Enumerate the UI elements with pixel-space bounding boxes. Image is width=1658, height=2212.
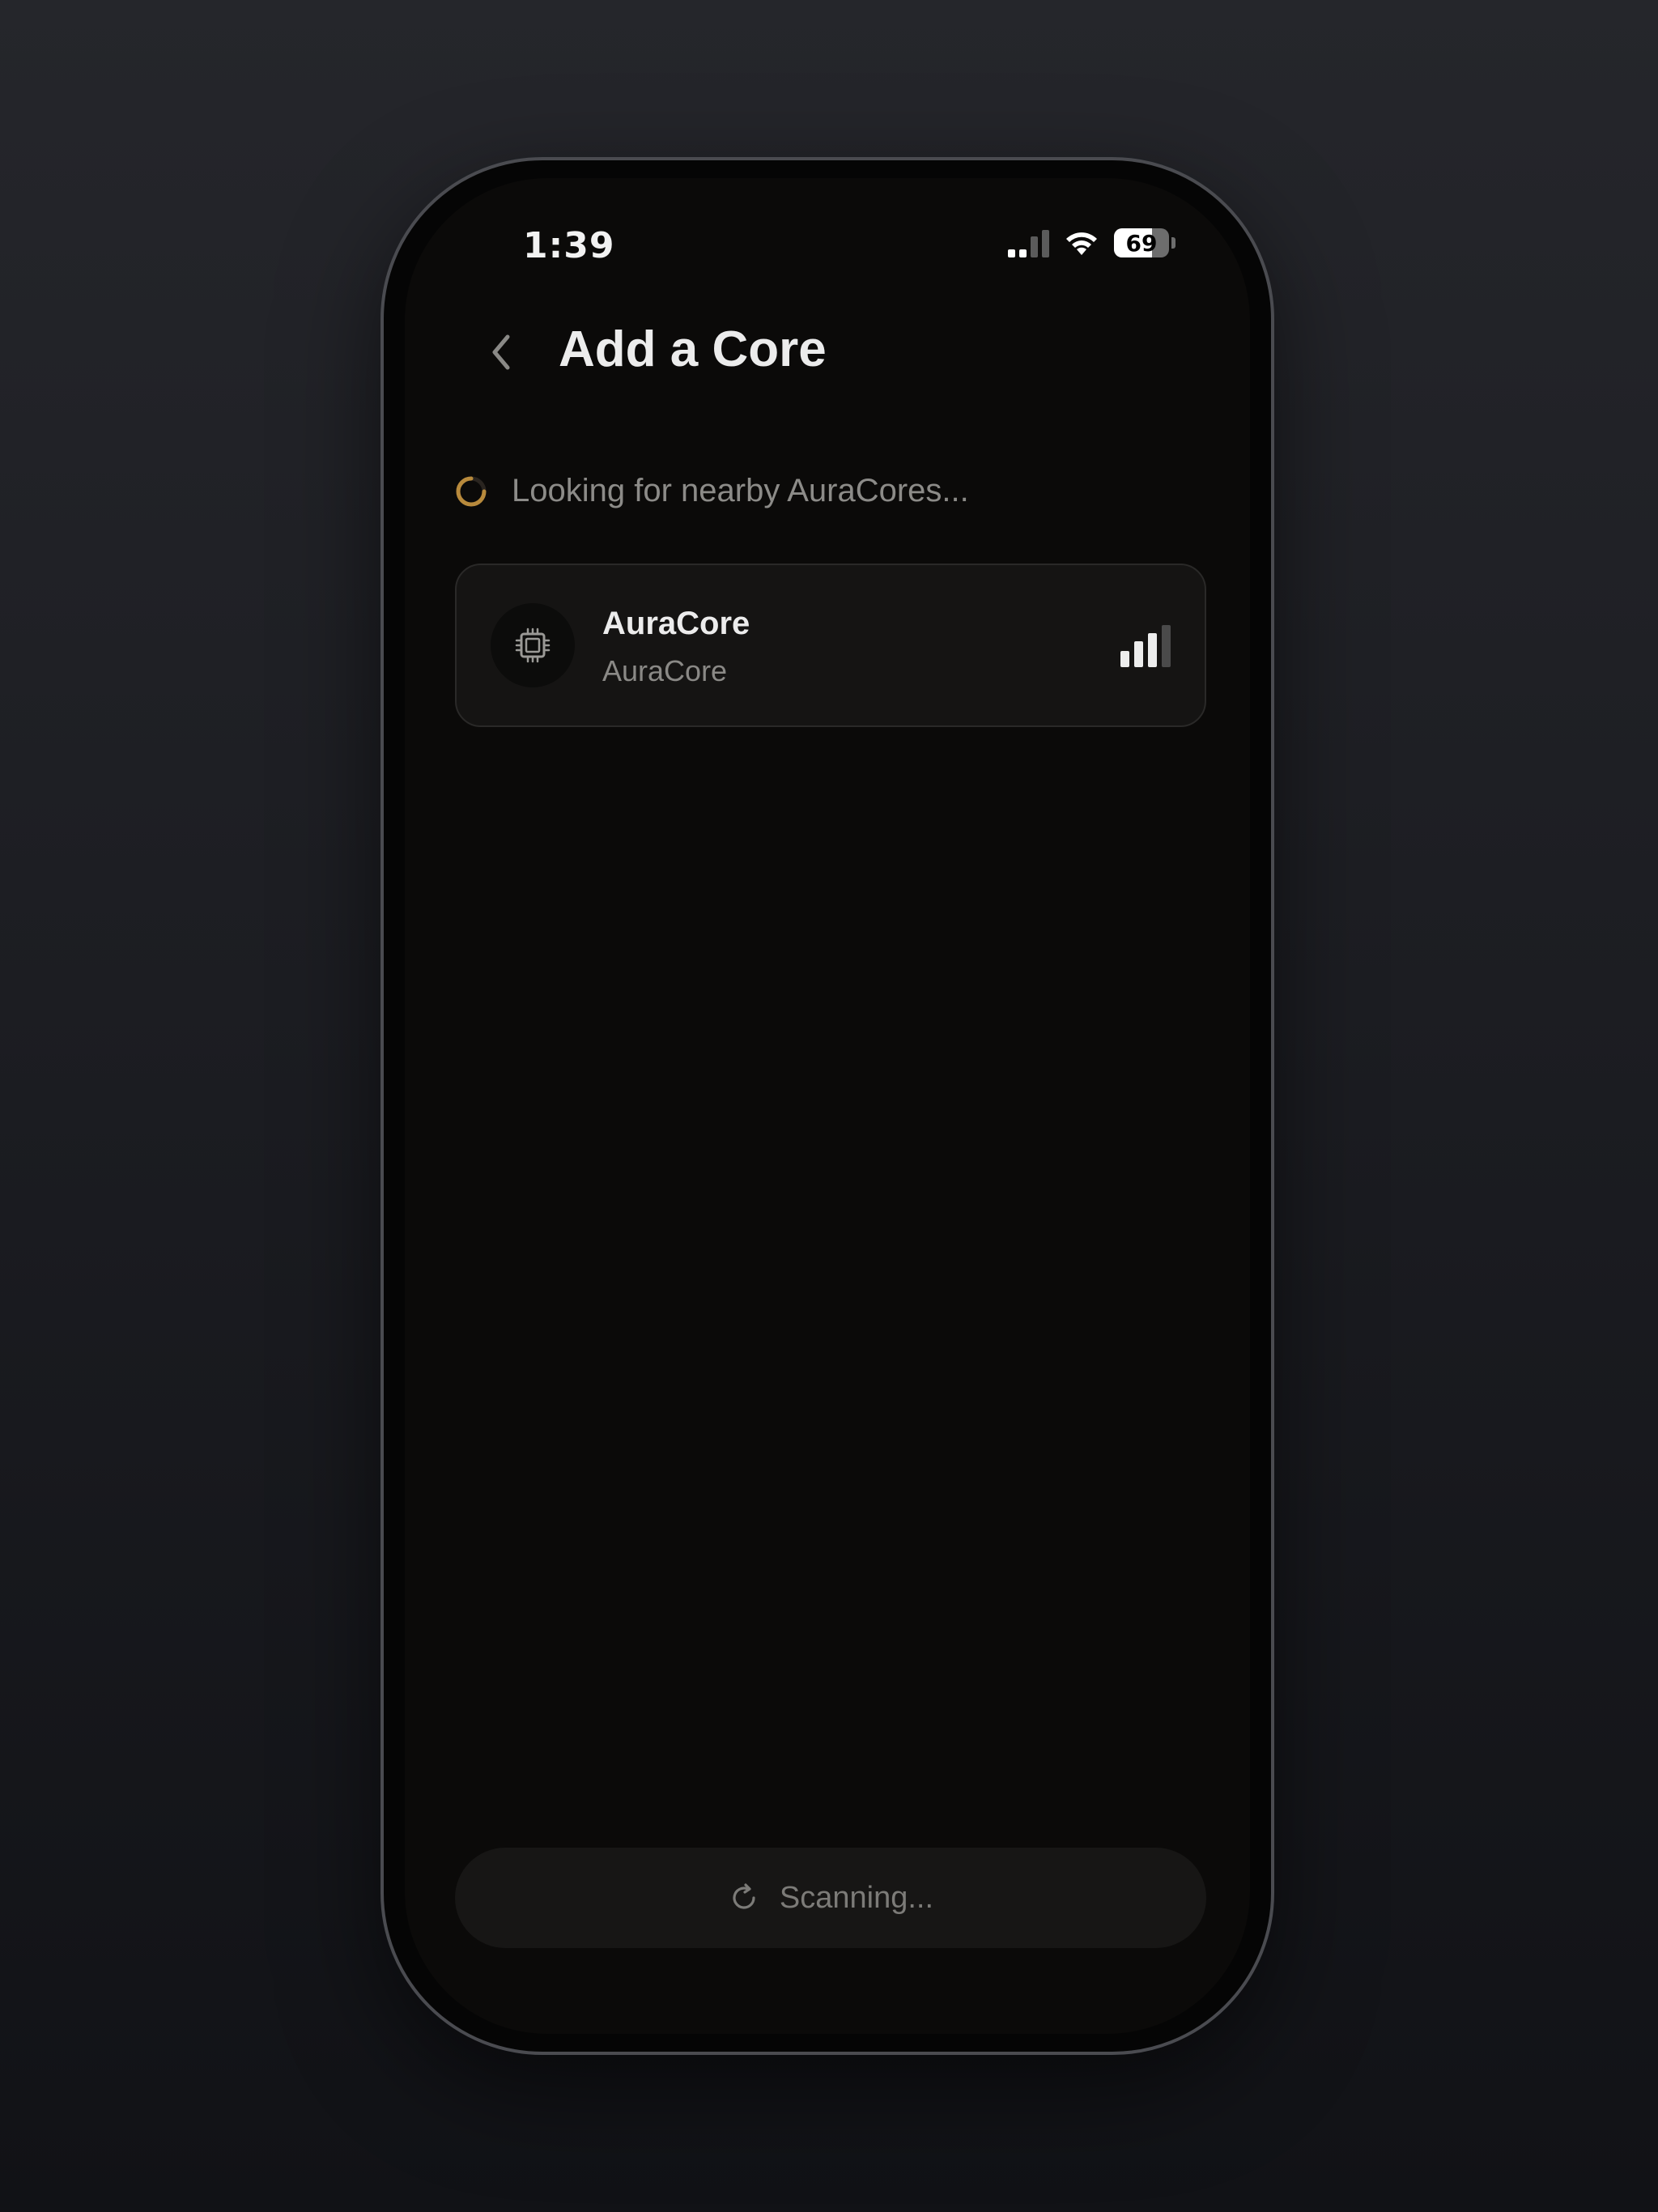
scanning-button-label: Scanning... [779, 1880, 934, 1915]
device-card-auracore[interactable]: AuraCore AuraCore [455, 564, 1206, 727]
device-subtitle: AuraCore [602, 654, 728, 687]
scanning-button[interactable]: Scanning... [455, 1848, 1206, 1948]
chip-icon [515, 627, 551, 663]
cellular-signal-icon [1008, 228, 1049, 257]
device-name: AuraCore [602, 606, 750, 641]
status-icons: 69 [1008, 228, 1175, 257]
scan-status-text: Looking for nearby AuraCores... [512, 473, 969, 508]
spinner-icon [456, 476, 487, 506]
battery-indicator: 69 [1114, 228, 1175, 257]
scan-status: Looking for nearby AuraCores... [455, 473, 969, 509]
phone-frame: 1:39 69 Add a Core Looking for nearby Au… [380, 157, 1274, 2055]
page-title: Add a Core [559, 321, 827, 377]
back-button[interactable] [473, 324, 529, 381]
battery-icon: 69 [1114, 228, 1169, 257]
battery-percent: 69 [1125, 229, 1158, 257]
signal-strength-icon [1120, 625, 1171, 667]
chevron-left-icon [492, 334, 510, 370]
wifi-icon [1066, 232, 1097, 255]
status-time: 1:39 [523, 225, 615, 266]
refresh-icon [733, 1883, 755, 1909]
device-avatar [491, 603, 575, 687]
app-screen: 1:39 69 Add a Core Looking for nearby Au… [405, 178, 1250, 2034]
